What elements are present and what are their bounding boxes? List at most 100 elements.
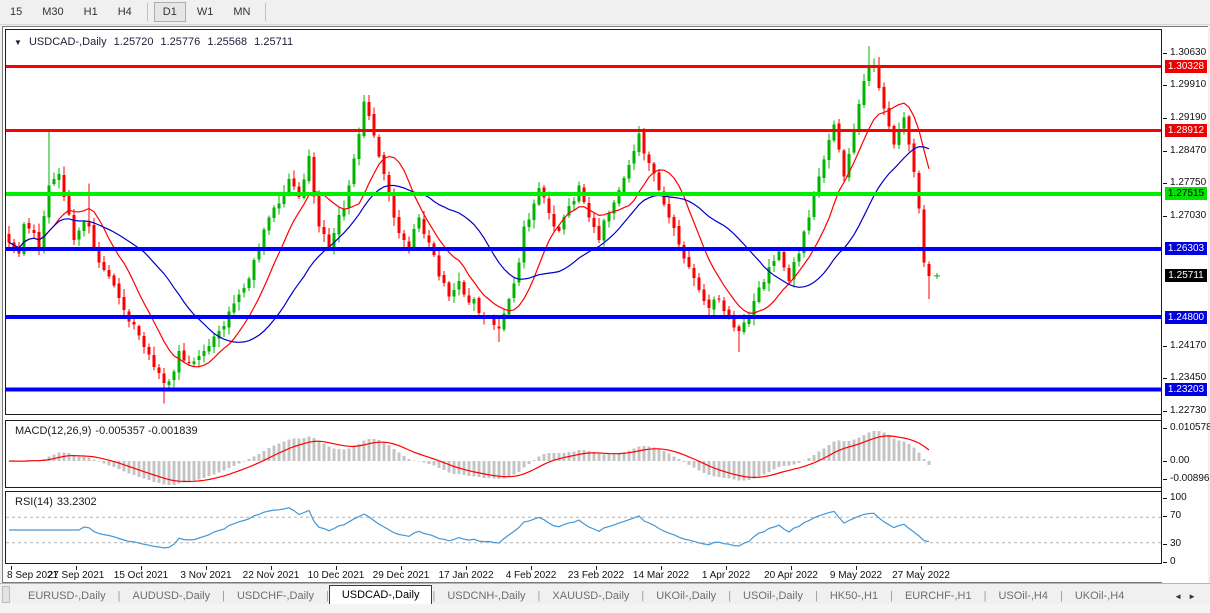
date-label: 10 Dec 2021 bbox=[308, 570, 365, 581]
tab-eurusddaily[interactable]: EURUSD-,Daily bbox=[16, 587, 118, 605]
macd-panel[interactable]: MACD(12,26,9) -0.005357 -0.001839 bbox=[5, 420, 1162, 488]
price-tick-mark bbox=[1163, 378, 1167, 379]
tab-usoilh4[interactable]: USOil-,H4 bbox=[986, 587, 1060, 605]
price-tick-mark bbox=[1163, 118, 1167, 119]
price-level-badge: 1.27515 bbox=[1165, 187, 1207, 200]
chart-dropdown-icon[interactable]: ▼ bbox=[14, 38, 22, 47]
symbol-tabbar: EURUSD-,Daily|AUDUSD-,Daily|USDCHF-,Dail… bbox=[0, 583, 1210, 605]
date-axis[interactable]: 8 Sep 202127 Sep 202115 Oct 20213 Nov 20… bbox=[5, 566, 1162, 582]
price-level-badge: 1.25711 bbox=[1165, 269, 1207, 282]
price-tick-label: 1.30630 bbox=[1170, 47, 1206, 58]
date-label: 4 Feb 2022 bbox=[506, 570, 557, 581]
timeframe-MN[interactable]: MN bbox=[224, 2, 259, 22]
price-tick-mark bbox=[1163, 411, 1167, 412]
price-tick-label: 1.22730 bbox=[1170, 405, 1206, 416]
candles-series bbox=[7, 46, 930, 403]
rsi-tick-label: 100 bbox=[1170, 492, 1187, 503]
rsi-tick-mark bbox=[1163, 516, 1167, 517]
price-tick-mark bbox=[1163, 216, 1167, 217]
timeframe-H4[interactable]: H4 bbox=[109, 2, 141, 22]
rsi-line bbox=[9, 508, 929, 548]
timeframe-toolbar: 15M30H1H4 D1W1MN bbox=[0, 0, 1210, 25]
macd-values: -0.005357 -0.001839 bbox=[95, 425, 197, 437]
date-label: 3 Nov 2021 bbox=[180, 570, 231, 581]
macd-tick-mark bbox=[1163, 479, 1167, 480]
date-label: 27 Sep 2021 bbox=[48, 570, 105, 581]
price-level-badge: 1.26303 bbox=[1165, 242, 1207, 255]
tab-scroll-right-icon[interactable]: ► bbox=[1188, 592, 1202, 601]
chart-title: ▼ USDCAD-,Daily 1.25720 1.25776 1.25568 … bbox=[14, 36, 297, 48]
date-label: 27 May 2022 bbox=[892, 570, 950, 581]
ma-fast-line bbox=[9, 103, 929, 367]
rsi-chart[interactable] bbox=[6, 492, 1161, 563]
timeframe-D1[interactable]: D1 bbox=[154, 2, 186, 22]
price-tick-label: 1.29190 bbox=[1170, 112, 1206, 123]
chart-symbol-label: USDCAD-,Daily bbox=[29, 36, 107, 48]
ohlc-high: 1.25776 bbox=[161, 36, 201, 48]
date-label: 9 May 2022 bbox=[830, 570, 882, 581]
price-tick-label: 1.28470 bbox=[1170, 145, 1206, 156]
date-label: 29 Dec 2021 bbox=[373, 570, 430, 581]
rsi-tick-mark bbox=[1163, 544, 1167, 545]
candlestick-chart[interactable] bbox=[6, 30, 1161, 414]
tab-ukoildaily[interactable]: UKOil-,Daily bbox=[644, 587, 728, 605]
ohlc-close: 1.25711 bbox=[254, 36, 293, 48]
rsi-tick-mark bbox=[1163, 562, 1167, 563]
ohlc-low: 1.25568 bbox=[207, 36, 247, 48]
timeframe-bar: 15M30H1H4 D1W1MN bbox=[0, 2, 271, 22]
price-level-badge: 1.28912 bbox=[1165, 124, 1207, 137]
date-label: 1 Apr 2022 bbox=[702, 570, 750, 581]
tab-usoildaily[interactable]: USOil-,Daily bbox=[731, 587, 815, 605]
date-label: 15 Oct 2021 bbox=[114, 570, 168, 581]
timeframe-H1[interactable]: H1 bbox=[75, 2, 107, 22]
tab-eurchfh1[interactable]: EURCHF-,H1 bbox=[893, 587, 984, 605]
macd-tick-mark bbox=[1163, 428, 1167, 429]
price-level-badge: 1.23203 bbox=[1165, 383, 1207, 396]
macd-tick-label: 0.010578 bbox=[1170, 422, 1210, 433]
rsi-tick-label: 0 bbox=[1170, 556, 1176, 567]
rsi-panel[interactable]: RSI(14)33.2302 bbox=[5, 491, 1162, 564]
price-tick-mark bbox=[1163, 183, 1167, 184]
tab-scroll-left-icon[interactable]: ◄ bbox=[1174, 592, 1188, 601]
price-tick-label: 1.27030 bbox=[1170, 210, 1206, 221]
toolbar-divider bbox=[265, 3, 266, 21]
macd-label: MACD(12,26,9) -0.005357 -0.001839 bbox=[15, 425, 202, 437]
price-level-badge: 1.24800 bbox=[1165, 311, 1207, 324]
date-label: 14 Mar 2022 bbox=[633, 570, 689, 581]
rsi-tick-label: 70 bbox=[1170, 510, 1181, 521]
price-axis[interactable]: 1.306301.299101.291901.284701.277501.270… bbox=[1162, 27, 1208, 584]
timeframe-M30[interactable]: M30 bbox=[33, 2, 72, 22]
ma-slow-line bbox=[9, 147, 929, 343]
rsi-tick-label: 30 bbox=[1170, 538, 1181, 549]
price-chart-panel[interactable] bbox=[5, 29, 1162, 415]
macd-tick-label: -0.00896 bbox=[1170, 473, 1209, 484]
tab-audusddaily[interactable]: AUDUSD-,Daily bbox=[120, 587, 222, 605]
macd-name: MACD(12,26,9) bbox=[15, 425, 91, 437]
date-label: 22 Nov 2021 bbox=[243, 570, 300, 581]
tabbar-grip[interactable] bbox=[2, 586, 10, 603]
rsi-tick-mark bbox=[1163, 498, 1167, 499]
rsi-label: RSI(14)33.2302 bbox=[15, 496, 101, 508]
price-tick-mark bbox=[1163, 85, 1167, 86]
tab-usdcaddaily[interactable]: USDCAD-,Daily bbox=[329, 585, 433, 605]
price-tick-mark bbox=[1163, 151, 1167, 152]
chart-window: ▼ USDCAD-,Daily 1.25720 1.25776 1.25568 … bbox=[2, 26, 1208, 583]
price-tick-label: 1.24170 bbox=[1170, 340, 1206, 351]
status-strip bbox=[0, 604, 1210, 613]
tab-hk50h1[interactable]: HK50-,H1 bbox=[818, 587, 890, 605]
macd-histogram bbox=[8, 431, 931, 485]
tab-ukoilh4[interactable]: UKOil-,H4 bbox=[1063, 587, 1137, 605]
price-tick-label: 1.29910 bbox=[1170, 79, 1206, 90]
ohlc-open: 1.25720 bbox=[114, 36, 154, 48]
tab-usdchfdaily[interactable]: USDCHF-,Daily bbox=[225, 587, 326, 605]
price-tick-mark bbox=[1163, 346, 1167, 347]
timeframe-W1[interactable]: W1 bbox=[188, 2, 223, 22]
toolbar-divider bbox=[147, 3, 148, 21]
timeframe-15[interactable]: 15 bbox=[1, 2, 31, 22]
date-label: 23 Feb 2022 bbox=[568, 570, 624, 581]
macd-tick-mark bbox=[1163, 461, 1167, 462]
price-level-badge: 1.30328 bbox=[1165, 60, 1207, 73]
price-tick-label: 1.23450 bbox=[1170, 372, 1206, 383]
tab-usdcnhdaily[interactable]: USDCNH-,Daily bbox=[435, 587, 537, 605]
tab-xauusddaily[interactable]: XAUUSD-,Daily bbox=[540, 587, 641, 605]
